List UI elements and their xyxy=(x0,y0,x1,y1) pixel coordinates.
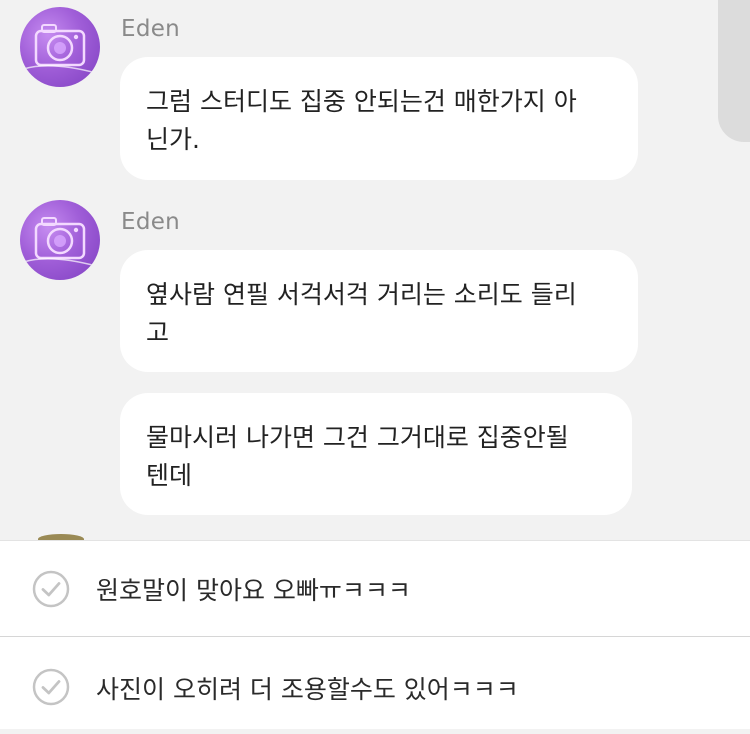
chat-area[interactable]: Eden 그럼 스터디도 집중 안되는건 매한가지 아 닌가. Eden 옆사람… xyxy=(0,0,750,540)
message-bubble[interactable]: 옆사람 연필 서걱서걱 거리는 소리도 들리 고 xyxy=(120,250,638,372)
camera-avatar-icon[interactable] xyxy=(20,7,100,87)
quick-reply-option[interactable]: 원호말이 맞아요 오빠ㅠㅋㅋㅋ xyxy=(0,541,750,637)
message-line: 닌가. xyxy=(146,125,200,154)
sender-name: Eden xyxy=(121,16,181,42)
check-circle-icon xyxy=(32,570,70,608)
scrollbar-thumb[interactable] xyxy=(718,0,750,142)
message-line: 옆사람 연필 서걱서걱 거리는 소리도 들리 xyxy=(146,280,577,309)
message-line: 물마시러 나가면 그건 그거대로 집중안될 xyxy=(146,423,569,452)
message-line: 고 xyxy=(146,318,170,347)
quick-reply-option[interactable]: 사진이 오히려 더 조용할수도 있어ㅋㅋㅋ xyxy=(0,638,750,734)
message-line: 텐데 xyxy=(146,461,193,490)
camera-avatar-icon[interactable] xyxy=(20,200,100,280)
check-circle-icon xyxy=(32,668,70,706)
sender-name: Eden xyxy=(121,209,181,235)
message-line: 그럼 스터디도 집중 안되는건 매한가지 아 xyxy=(146,87,577,116)
quick-reply-label: 원호말이 맞아요 오빠ㅠㅋㅋㅋ xyxy=(96,576,411,605)
message-bubble[interactable]: 물마시러 나가면 그건 그거대로 집중안될 텐데 xyxy=(120,393,632,515)
message-bubble[interactable]: 그럼 스터디도 집중 안되는건 매한가지 아 닌가. xyxy=(120,57,638,180)
quick-reply-label: 사진이 오히려 더 조용할수도 있어ㅋㅋㅋ xyxy=(96,675,519,704)
quick-reply-panel: 원호말이 맞아요 오빠ㅠㅋㅋㅋ 사진이 오히려 더 조용할수도 있어ㅋㅋㅋ xyxy=(0,540,750,729)
